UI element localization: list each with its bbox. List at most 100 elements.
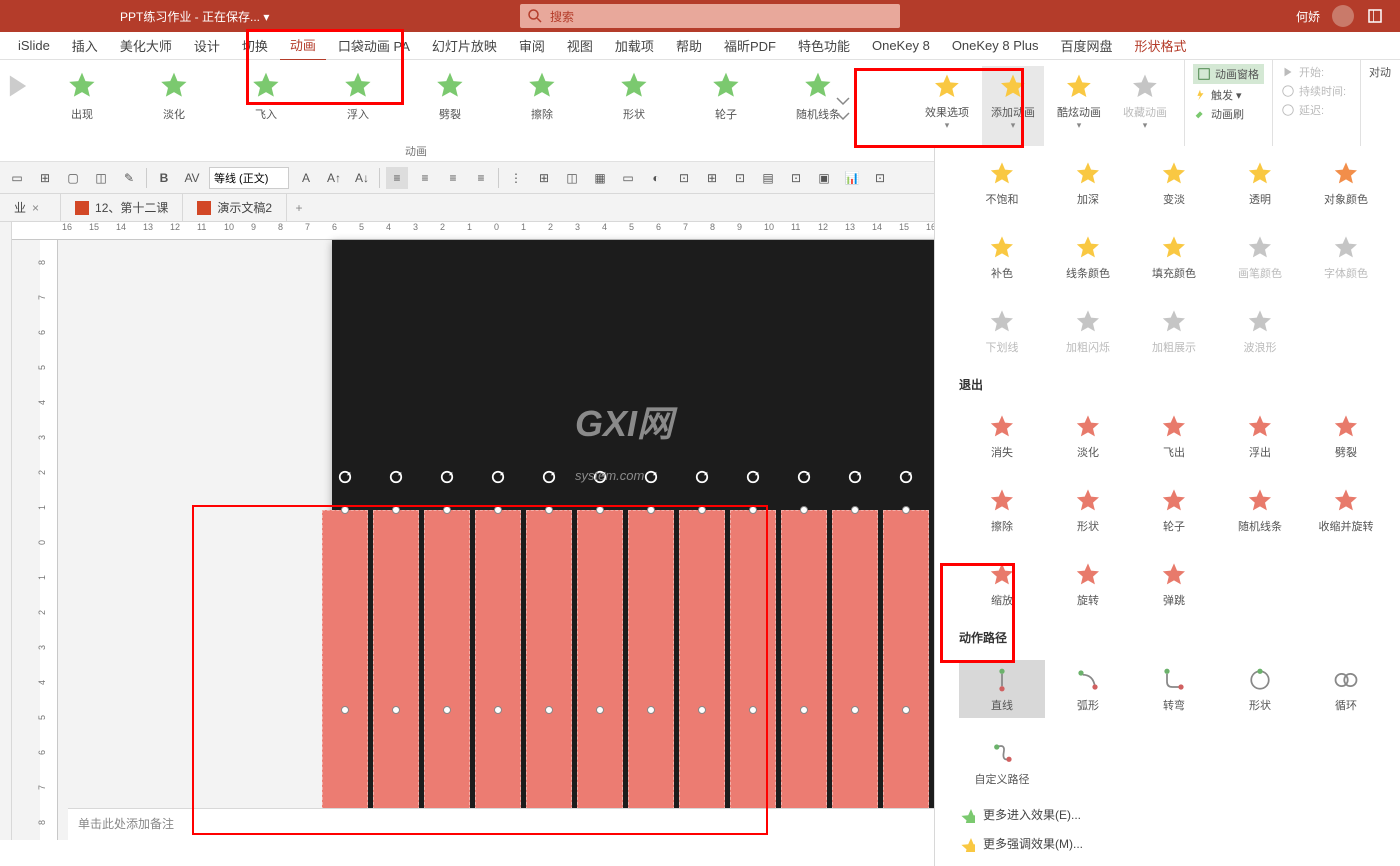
tab-帮助[interactable]: 帮助: [666, 31, 712, 60]
animation-pane-button[interactable]: 动画窗格: [1193, 64, 1264, 84]
anim-cell-补色[interactable]: 补色: [959, 228, 1045, 286]
shape-rect[interactable]: [832, 510, 878, 810]
rotation-handle-icon[interactable]: [899, 470, 913, 484]
more-更多强调效果(M)...[interactable]: 更多强调效果(M)...: [935, 829, 1400, 858]
rotation-handle-icon[interactable]: [440, 470, 454, 484]
anim-cell-变淡[interactable]: 变淡: [1131, 154, 1217, 212]
tool-btn[interactable]: ◫: [90, 167, 112, 189]
ribbon-options-icon[interactable]: [1366, 7, 1384, 25]
anim-形状[interactable]: 形状: [612, 70, 656, 161]
tab-视图[interactable]: 视图: [557, 31, 603, 60]
align-justify-button[interactable]: ≡: [470, 167, 492, 189]
new-doc-button[interactable]: +: [287, 201, 311, 215]
gallery-more-icon[interactable]: [834, 90, 852, 130]
anim-轮子[interactable]: 轮子: [704, 70, 748, 161]
more-更多退出效果(X)...[interactable]: 更多退出效果(X)...: [935, 858, 1400, 866]
anim-cell-浮出[interactable]: 浮出: [1217, 407, 1303, 465]
shape-rect[interactable]: [883, 510, 929, 810]
tool-btn[interactable]: ▢: [62, 167, 84, 189]
anim-劈裂[interactable]: 劈裂: [428, 70, 472, 161]
anim-cell-收缩并旋转[interactable]: 收缩并旋转: [1303, 481, 1389, 539]
anim-cell-填充颜色[interactable]: 填充颜色: [1131, 228, 1217, 286]
doc-tab[interactable]: 12、第十二课: [61, 194, 183, 221]
anim-cell-custom-path[interactable]: 自定义路径: [959, 734, 1045, 792]
start-timing[interactable]: 开始:: [1281, 64, 1352, 80]
tab-OneKey 8 Plus[interactable]: OneKey 8 Plus: [942, 33, 1049, 58]
shape-rect[interactable]: [781, 510, 827, 810]
thumbnail-column[interactable]: [0, 222, 12, 840]
anim-cell-弧形[interactable]: 弧形: [1045, 660, 1131, 718]
align-button[interactable]: ◫: [561, 167, 583, 189]
anim-cell-淡化[interactable]: 淡化: [1045, 407, 1131, 465]
close-icon[interactable]: ×: [32, 201, 46, 215]
resize-handle[interactable]: [902, 706, 910, 714]
anim-cell-加粗闪烁[interactable]: 加粗闪烁: [1045, 302, 1131, 360]
tool-btn[interactable]: ▭: [6, 167, 28, 189]
anim-擦除[interactable]: 擦除: [520, 70, 564, 161]
resize-handle[interactable]: [800, 706, 808, 714]
resize-handle[interactable]: [851, 506, 859, 514]
tool-btn[interactable]: ◐: [645, 167, 667, 189]
anim-cell-循环[interactable]: 循环: [1303, 660, 1389, 718]
tab-特色功能[interactable]: 特色功能: [788, 31, 860, 60]
anim-cell-直线[interactable]: 直线: [959, 660, 1045, 718]
rotation-handle-icon[interactable]: [491, 470, 505, 484]
tab-加载项[interactable]: 加载项: [605, 31, 664, 60]
anim-cell-消失[interactable]: 消失: [959, 407, 1045, 465]
anim-cell-飞出[interactable]: 飞出: [1131, 407, 1217, 465]
trigger-button[interactable]: 触发 ▾: [1193, 87, 1264, 103]
anim-cell-画笔颜色[interactable]: 画笔颜色: [1217, 228, 1303, 286]
anim-cell-劈裂[interactable]: 劈裂: [1303, 407, 1389, 465]
tool-btn[interactable]: ⊡: [673, 167, 695, 189]
search-box[interactable]: 搜索: [520, 4, 900, 28]
tab-插入[interactable]: 插入: [62, 31, 108, 60]
anim-淡化[interactable]: 淡化: [152, 70, 196, 161]
anim-cell-加粗展示[interactable]: 加粗展示: [1131, 302, 1217, 360]
rotation-handle-icon[interactable]: [797, 470, 811, 484]
font-grow-button[interactable]: A↑: [323, 167, 345, 189]
font-button[interactable]: A: [295, 167, 317, 189]
bold-button[interactable]: B: [153, 167, 175, 189]
anim-cell-下划线[interactable]: 下划线: [959, 302, 1045, 360]
anim-cell-对象颜色[interactable]: 对象颜色: [1303, 154, 1389, 212]
more-更多进入效果(E)...[interactable]: 更多进入效果(E)...: [935, 800, 1400, 829]
preview-icon[interactable]: [4, 72, 32, 100]
animation-painter-button[interactable]: 动画刷: [1193, 106, 1264, 122]
tab-iSlide[interactable]: iSlide: [8, 33, 60, 58]
tab-形状格式[interactable]: 形状格式: [1125, 31, 1197, 60]
tool-btn[interactable]: ⊡: [785, 167, 807, 189]
anim-cell-轮子[interactable]: 轮子: [1131, 481, 1217, 539]
rotation-handle-icon[interactable]: [746, 470, 760, 484]
tab-审阅[interactable]: 审阅: [509, 31, 555, 60]
user-avatar-icon[interactable]: [1332, 5, 1354, 27]
tool-btn[interactable]: ⊡: [729, 167, 751, 189]
rotation-handle-icon[interactable]: [542, 470, 556, 484]
tab-设计[interactable]: 设计: [184, 31, 230, 60]
anim-cell-加深[interactable]: 加深: [1045, 154, 1131, 212]
distribute-button[interactable]: ⊞: [533, 167, 555, 189]
doc-tab[interactable]: 业×: [0, 194, 61, 221]
resize-handle[interactable]: [851, 706, 859, 714]
tool-btn[interactable]: ▣: [813, 167, 835, 189]
anim-cell-弹跳[interactable]: 弹跳: [1131, 555, 1217, 613]
spacing-button[interactable]: AV: [181, 167, 203, 189]
anim-cell-字体颜色[interactable]: 字体颜色: [1303, 228, 1389, 286]
anim-cell-透明[interactable]: 透明: [1217, 154, 1303, 212]
delay-timing[interactable]: 延迟:: [1281, 102, 1352, 118]
anim-出现[interactable]: 出现: [60, 70, 104, 161]
arrange-button[interactable]: ▦: [589, 167, 611, 189]
align-right-button[interactable]: ≡: [442, 167, 464, 189]
tab-OneKey 8[interactable]: OneKey 8: [862, 33, 940, 58]
tool-btn[interactable]: ⊞: [701, 167, 723, 189]
font-shrink-button[interactable]: A↓: [351, 167, 373, 189]
align-left-button[interactable]: ≡: [386, 167, 408, 189]
anim-cell-波浪形[interactable]: 波浪形: [1217, 302, 1303, 360]
anim-cell-随机线条[interactable]: 随机线条: [1217, 481, 1303, 539]
anim-cell-转弯[interactable]: 转弯: [1131, 660, 1217, 718]
anim-cell-形状[interactable]: 形状: [1045, 481, 1131, 539]
animation-gallery[interactable]: 出现淡化飞入浮入劈裂擦除形状轮子随机线条: [0, 60, 870, 161]
font-selector[interactable]: 等线 (正文): [209, 167, 289, 189]
format-painter-icon[interactable]: ✎: [118, 167, 140, 189]
resize-handle[interactable]: [902, 506, 910, 514]
chart-button[interactable]: 📊: [841, 167, 863, 189]
